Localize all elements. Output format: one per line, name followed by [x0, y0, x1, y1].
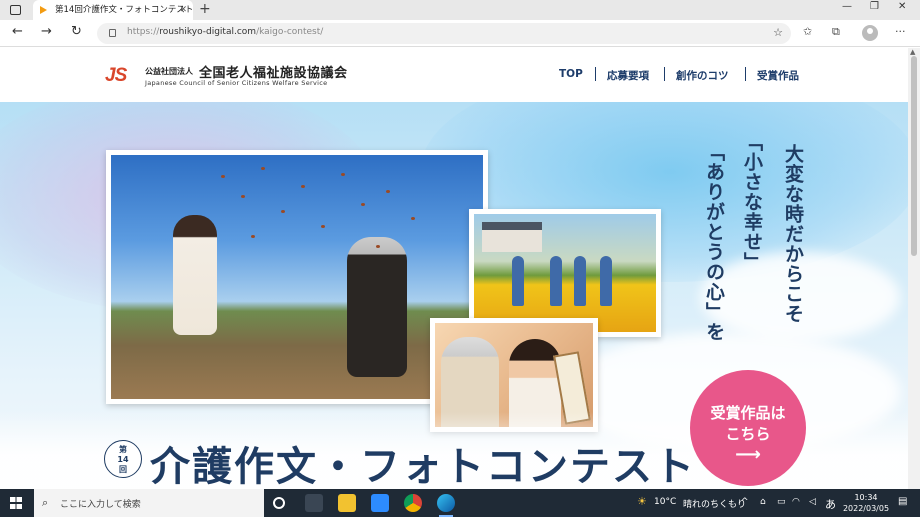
browser-tab-bar: 第14回介護作文・フォトコンテスト ✕ + — ❐ ✕ — [0, 0, 920, 20]
winners-link-button[interactable]: 受賞作品は こちら ⟶ — [690, 370, 806, 486]
new-tab-button[interactable]: + — [199, 1, 211, 17]
catchcopy-line-1: 大変な時だからこそ — [782, 144, 804, 324]
clock-date: 2022/03/05 — [842, 504, 890, 513]
weather-text[interactable]: 晴れのちくもり — [683, 497, 746, 510]
photo-figure — [550, 256, 562, 306]
edition-suffix: 回 — [119, 465, 127, 474]
notification-icon[interactable]: ▤ — [898, 496, 907, 507]
menu-divider — [745, 67, 746, 81]
photo-house — [482, 222, 542, 252]
edition-badge: 第 14 回 — [104, 440, 142, 478]
profile-avatar-icon[interactable] — [862, 25, 878, 41]
tab-close-icon[interactable]: ✕ — [179, 0, 187, 20]
menu-top[interactable]: TOP — [559, 68, 583, 80]
browser-toolbar: ← → ↻ https://roushikyo-digital.com/kaig… — [0, 20, 920, 47]
tab-actions-icon[interactable] — [10, 5, 21, 15]
clock-time: 10:34 — [854, 493, 878, 502]
menu-winners[interactable]: 受賞作品 — [757, 68, 799, 83]
menu-tips[interactable]: 創作のコツ — [676, 68, 729, 83]
task-view-icon[interactable] — [273, 497, 285, 509]
refresh-icon[interactable]: ↻ — [71, 24, 82, 39]
network-icon[interactable]: ⌂ — [760, 497, 766, 507]
menu-divider — [595, 67, 596, 81]
tab-title: 第14回介護作文・フォトコンテスト — [55, 5, 193, 15]
org-prefix: 公益社団法人 — [145, 67, 193, 76]
scrollbar-thumb[interactable] — [911, 56, 917, 256]
photo-figure — [512, 256, 524, 306]
restore-icon[interactable]: ❐ — [870, 1, 879, 12]
forward-icon[interactable]: → — [41, 24, 52, 39]
temperature[interactable]: 10°C — [654, 497, 676, 507]
edition-label: 第 — [119, 445, 127, 454]
contest-title: 介護作文・フォトコンテスト — [150, 443, 696, 489]
favicon-icon — [40, 6, 47, 14]
photo-figure-elder — [347, 237, 407, 377]
org-english-name: Japanese Council of Senior Citizens Welf… — [145, 79, 328, 87]
site-header: JS 公益社団法人 全国老人福祉施設協議会 Japanese Council o… — [0, 48, 908, 102]
taskbar-search[interactable]: ⌕ ここに入力して検索 — [34, 489, 264, 517]
battery-icon[interactable]: ▭ — [777, 497, 786, 507]
badge-line-1: 受賞作品は — [710, 404, 786, 422]
favorites-icon[interactable]: ✩ — [803, 25, 812, 38]
collections-icon[interactable]: ⧉ — [832, 25, 840, 39]
search-icon: ⌕ — [42, 496, 49, 509]
wifi-icon[interactable]: ◠ — [792, 497, 800, 507]
volume-icon[interactable]: ◁ — [809, 497, 816, 507]
window-close-icon[interactable]: ✕ — [898, 1, 906, 12]
chrome-icon[interactable] — [404, 494, 422, 512]
site-logo[interactable]: JS — [105, 65, 127, 87]
catchcopy-line-2: 「小さな幸せ」 — [741, 132, 763, 272]
menu-guidelines[interactable]: 応募要項 — [607, 68, 649, 83]
favorite-star-icon[interactable]: ☆ — [773, 26, 783, 39]
more-menu-icon[interactable]: ··· — [895, 25, 906, 38]
photo-figure — [600, 256, 612, 306]
menu-divider — [664, 67, 665, 81]
file-explorer-icon[interactable] — [338, 494, 356, 512]
badge-line-2: こちら — [725, 425, 771, 443]
arrow-right-icon: ⟶ — [735, 444, 761, 465]
scroll-up-icon[interactable]: ▲ — [910, 48, 915, 56]
back-icon[interactable]: ← — [12, 24, 23, 39]
catchcopy-line-3: 「ありがとうの心」を — [703, 142, 725, 342]
ime-indicator[interactable]: あ — [825, 496, 836, 512]
address-bar[interactable]: https://roushikyo-digital.com/kaigo-cont… — [97, 23, 791, 44]
zoom-icon[interactable] — [371, 494, 389, 512]
taskbar-search-placeholder: ここに入力して検索 — [60, 500, 141, 510]
weather-sun-icon[interactable]: ☀ — [637, 495, 647, 508]
edge-icon[interactable] — [437, 494, 455, 517]
photo-figure — [574, 256, 586, 306]
show-hidden-icons[interactable]: ^ — [741, 497, 749, 507]
windows-taskbar: ⌕ ここに入力して検索 ☀ 10°C 晴れのちくもり ^ ⌂ ▭ ◠ ◁ あ 1… — [0, 489, 920, 517]
lock-icon[interactable] — [109, 29, 116, 37]
widgets-icon[interactable] — [305, 494, 323, 512]
page-scrollbar[interactable]: ▲ — [908, 48, 920, 489]
address-url[interactable]: https://roushikyo-digital.com/kaigo-cont… — [127, 27, 323, 37]
photo-figure-girl — [173, 215, 217, 335]
browser-tab[interactable]: 第14回介護作文・フォトコンテスト ✕ — [33, 0, 193, 20]
minimize-icon[interactable]: — — [842, 1, 852, 12]
hero-banner: 大変な時だからこそ 「小さな幸せ」 「ありがとうの心」を 受賞作品は こちら ⟶… — [0, 102, 908, 489]
windows-start-icon[interactable] — [10, 497, 22, 509]
taskbar-clock[interactable]: 10:34 2022/03/05 — [842, 492, 890, 514]
edition-number: 14 — [117, 455, 129, 464]
